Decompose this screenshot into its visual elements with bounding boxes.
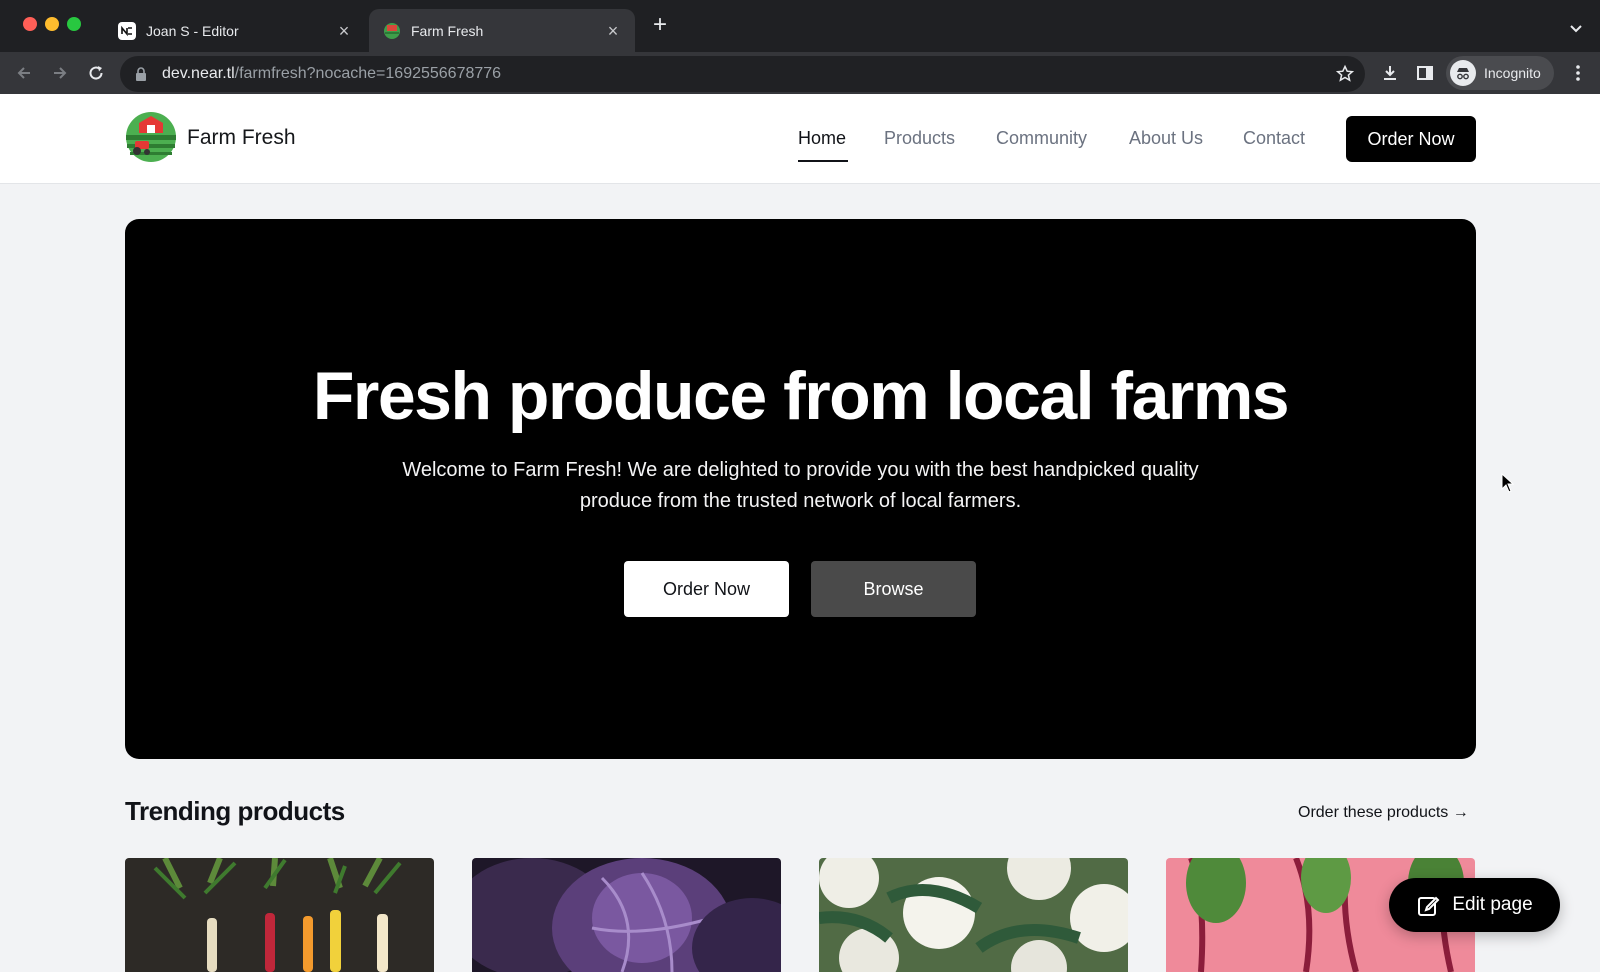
mouse-cursor-icon (1501, 472, 1515, 493)
url-host: dev.near.tl (162, 65, 235, 82)
red-cabbage-image (472, 858, 781, 972)
window-minimize-button[interactable] (45, 17, 59, 31)
nav-contact[interactable]: Contact (1243, 128, 1305, 149)
product-card-cauliflower[interactable] (819, 858, 1128, 972)
side-panel-icon[interactable] (1413, 61, 1437, 85)
cauliflower-image (819, 858, 1128, 972)
hero-banner: Fresh produce from local farms Welcome t… (125, 219, 1476, 759)
edit-pencil-icon (1416, 892, 1442, 918)
site-header: Farm Fresh Home Products Community About… (0, 94, 1600, 184)
browser-tab-farm-fresh[interactable]: Farm Fresh × (369, 9, 635, 52)
carrots-image (125, 858, 434, 972)
order-these-products-link[interactable]: Order these products → (1298, 804, 1469, 822)
address-bar[interactable]: dev.near.tl/farmfresh?nocache=1692556678… (120, 56, 1365, 92)
window-close-button[interactable] (23, 17, 37, 31)
forward-arrow-icon[interactable] (48, 61, 72, 85)
lock-icon (134, 67, 148, 81)
product-card-carrots[interactable] (125, 858, 434, 972)
close-tab-icon[interactable]: × (605, 22, 621, 40)
header-order-now-button[interactable]: Order Now (1346, 116, 1476, 162)
farm-logo-icon[interactable] (125, 111, 177, 163)
window-zoom-button[interactable] (67, 17, 81, 31)
hero-title: Fresh produce from local farms (312, 358, 1290, 434)
tab-title: Joan S - Editor (146, 22, 239, 39)
product-card-red-cabbage[interactable] (472, 858, 781, 972)
profile-label: Incognito (1484, 65, 1541, 81)
trending-products-heading: Trending products (125, 796, 345, 826)
incognito-profile-button[interactable]: Incognito (1446, 56, 1554, 90)
download-icon[interactable] (1378, 61, 1402, 85)
hero-browse-button[interactable]: Browse (811, 561, 976, 617)
edit-page-label: Edit page (1452, 894, 1533, 915)
browser-toolbar: dev.near.tl/farmfresh?nocache=1692556678… (0, 52, 1600, 94)
farm-favicon-icon (383, 22, 401, 40)
url-path: /farmfresh?nocache=1692556678776 (234, 65, 502, 82)
hero-subtitle: Welcome to Farm Fresh! We are delighted … (402, 459, 1199, 512)
close-tab-icon[interactable]: × (336, 22, 352, 40)
browser-menu-icon[interactable] (1566, 61, 1590, 85)
nav-home[interactable]: Home (798, 128, 846, 149)
tab-title: Farm Fresh (411, 22, 484, 39)
browser-tab-strip: Joan S - Editor × Farm Fresh × + (0, 0, 1600, 52)
reload-icon[interactable] (84, 61, 108, 85)
tab-search-chevron-icon[interactable] (1566, 18, 1586, 38)
nav-community[interactable]: Community (996, 128, 1087, 149)
back-arrow-icon[interactable] (12, 61, 36, 85)
brand-name[interactable]: Farm Fresh (187, 126, 296, 150)
near-favicon-icon (118, 21, 136, 40)
nav-products[interactable]: Products (884, 128, 955, 149)
edit-page-button[interactable]: Edit page (1389, 878, 1560, 932)
new-tab-button[interactable]: + (648, 13, 672, 38)
nav-about-us[interactable]: About Us (1129, 128, 1203, 149)
bookmark-star-icon[interactable] (1335, 64, 1355, 84)
hero-order-now-button[interactable]: Order Now (624, 561, 789, 617)
nav-active-indicator (798, 160, 848, 162)
browser-tab-editor[interactable]: Joan S - Editor × (104, 9, 366, 52)
incognito-icon (1450, 60, 1476, 86)
